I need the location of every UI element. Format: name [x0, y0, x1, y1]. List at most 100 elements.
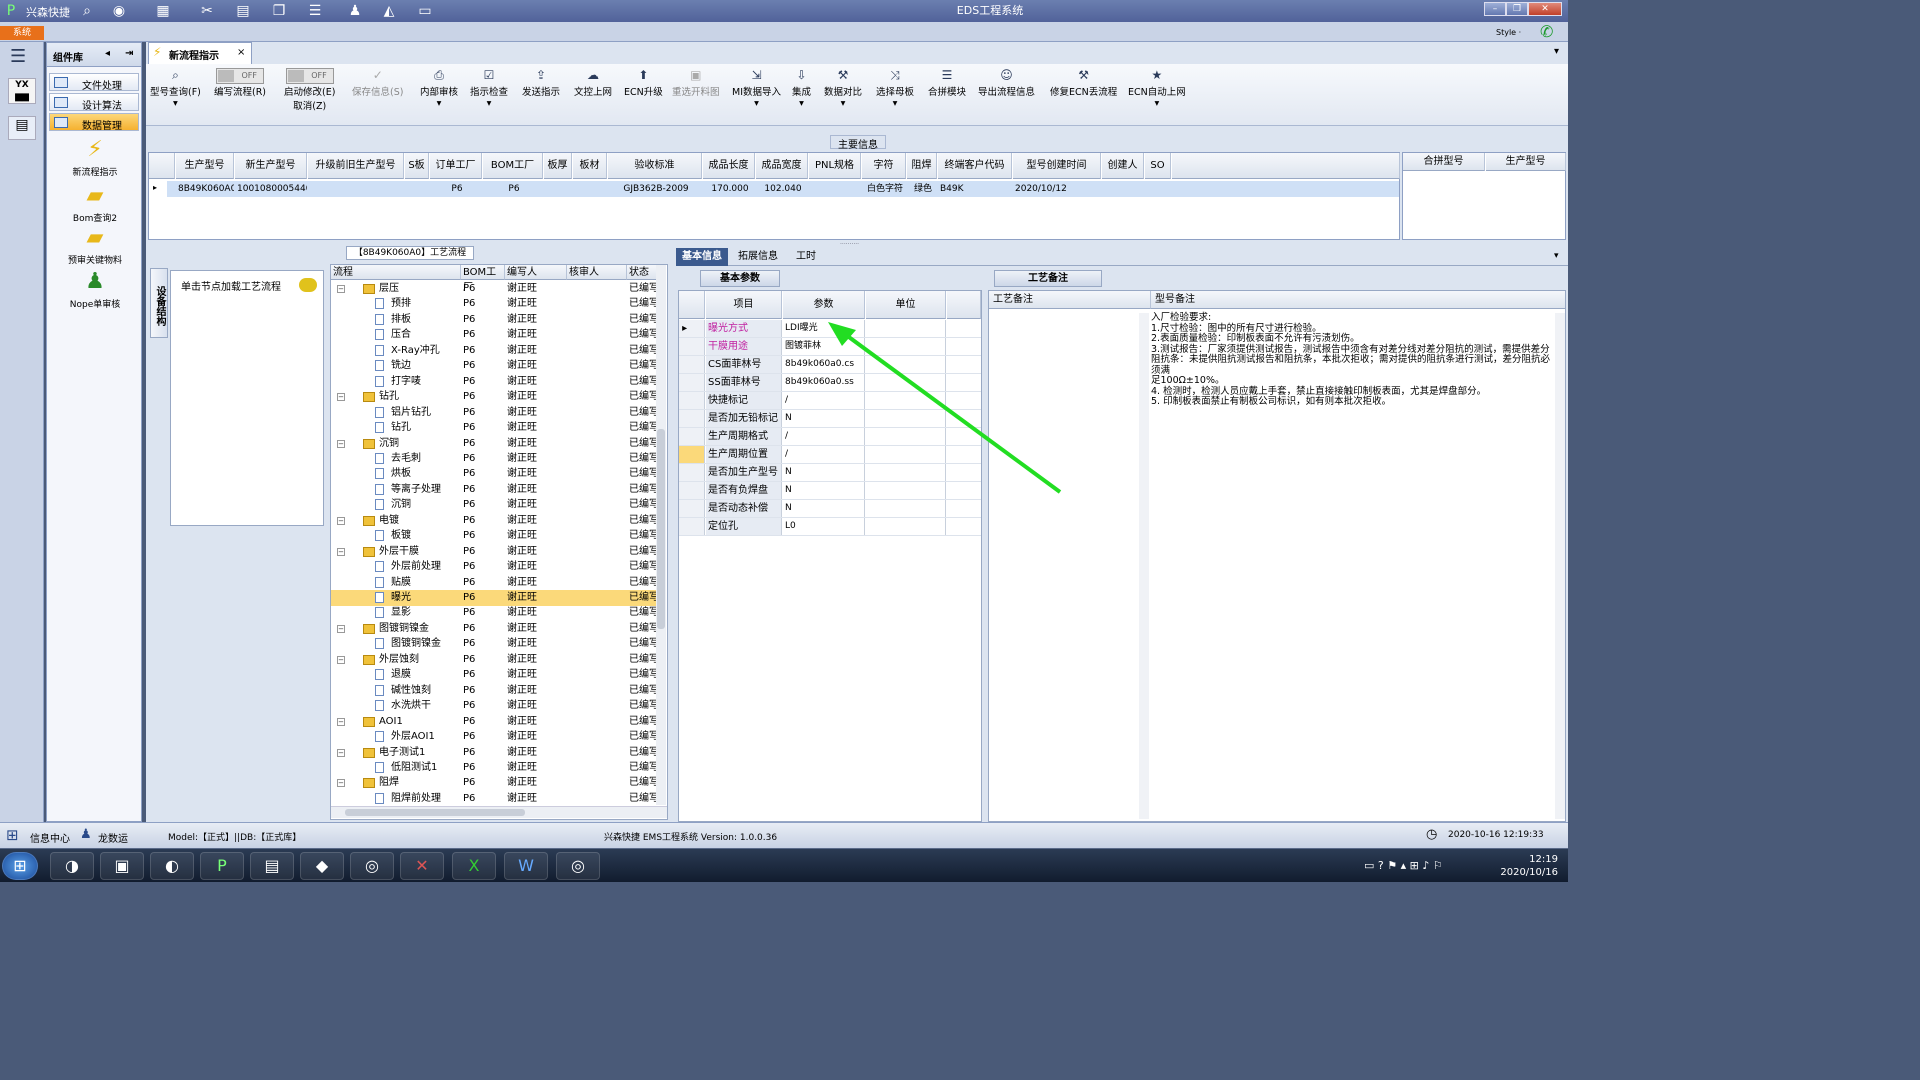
start-button[interactable]: ⊞	[2, 852, 38, 880]
col-header[interactable]: 型号创建时间	[1013, 153, 1101, 179]
table-cell[interactable]: 102.040	[756, 181, 808, 197]
yx-logo-icon[interactable]: YX ▆▆	[8, 78, 36, 104]
ecn-upgrade-button[interactable]: ⬆ ECN升级	[624, 68, 663, 124]
table-cell[interactable]: 绿色	[907, 181, 937, 197]
param-value[interactable]: N	[783, 482, 865, 499]
reselect-cutting-button[interactable]: ▣ 重选开料图	[672, 68, 720, 124]
tray-icons[interactable]: ▭ ? ⚑ ▴ ⊞ ♪ ⚐	[1364, 859, 1443, 872]
param-unit[interactable]	[866, 338, 946, 355]
param-row[interactable]: 生产周期位置 /	[679, 446, 981, 464]
col-header[interactable]: BOM工厂	[483, 153, 543, 179]
collapse-icon[interactable]: −	[337, 717, 345, 726]
ecn-auto-online-button[interactable]: ★ ECN自动上网 ▾	[1128, 68, 1186, 124]
col-header[interactable]: 编写人	[505, 265, 567, 280]
collapse-icon[interactable]: −	[337, 779, 345, 788]
col-header[interactable]: 参数	[783, 291, 865, 319]
collapse-icon[interactable]: −	[337, 439, 345, 448]
tree-row[interactable]: X-Ray冲孔 P6 谢正旺 已编写	[331, 343, 659, 359]
col-header[interactable]: 字符	[862, 153, 906, 179]
list-icon[interactable]: ☰	[306, 2, 324, 20]
chart-icon[interactable]: ◭	[380, 2, 398, 20]
taskbar-shell-icon[interactable]: ◑	[50, 852, 94, 880]
param-unit[interactable]	[866, 356, 946, 373]
param-value[interactable]: /	[783, 392, 865, 409]
grid-icon[interactable]: ▦	[154, 2, 172, 20]
param-unit[interactable]	[866, 500, 946, 517]
tab-basic-info[interactable]: 基本信息	[676, 248, 728, 266]
param-row[interactable]: 是否动态补偿 N	[679, 500, 981, 518]
collapse-icon[interactable]: −	[337, 655, 345, 664]
write-flow-toggle[interactable]: OFF 编写流程(R)	[214, 68, 266, 124]
chevron-down-icon[interactable]: ▾	[1554, 46, 1559, 57]
search-icon[interactable]: ⌕	[78, 2, 96, 20]
param-unit[interactable]	[866, 464, 946, 481]
doc-control-online-button[interactable]: ☁ 文控上网	[574, 68, 612, 124]
taskbar-cross-icon[interactable]: ✕	[400, 852, 444, 880]
table-cell[interactable]: 白色字符	[862, 181, 906, 197]
tab-new-flow[interactable]: ⚡ 新流程指示 ×	[148, 42, 252, 64]
tree-row[interactable]: − 阻焊 P6 谢正旺 已编写	[331, 775, 659, 791]
col-header[interactable]: 合拼型号	[1403, 153, 1485, 171]
taskbar-word-icon[interactable]: W	[504, 852, 548, 880]
col-header[interactable]: 板材	[573, 153, 607, 179]
param-row[interactable]: SS面菲林号 8b49k060a0.ss	[679, 374, 981, 392]
repair-ecn-button[interactable]: ⚒ 修复ECN丢流程	[1050, 68, 1117, 124]
param-unit[interactable]	[866, 446, 946, 463]
col-header[interactable]: 创建人	[1102, 153, 1144, 179]
internal-review-button[interactable]: ⎙ 内部审核 ▾	[420, 68, 458, 124]
tree-row[interactable]: 水洗烘干 P6 谢正旺 已编写	[331, 698, 659, 714]
taskbar-red-app-icon[interactable]: ◐	[150, 852, 194, 880]
taskbar-clock[interactable]: 12:19 2020/10/16	[1500, 853, 1558, 879]
chevron-down-icon[interactable]: ▾	[1554, 251, 1559, 261]
tree-row[interactable]: 贴膜 P6 谢正旺 已编写	[331, 575, 659, 591]
param-row[interactable]: 是否加无铅标记 N	[679, 410, 981, 428]
col-header[interactable]: 流程	[331, 265, 461, 280]
export-flow-button[interactable]: ☺ 导出流程信息	[978, 68, 1035, 124]
tree-row[interactable]: 排板 P6 谢正旺 已编写	[331, 312, 659, 328]
table-cell[interactable]: 170.000	[703, 181, 755, 197]
flow-horizontal-scrollbar[interactable]	[331, 806, 667, 818]
pin-icon[interactable]: ⇥	[125, 48, 133, 59]
tree-row[interactable]: 显影 P6 谢正旺 已编写	[331, 605, 659, 621]
scrollbar-thumb[interactable]	[657, 429, 665, 629]
tree-row[interactable]: 退膜 P6 谢正旺 已编写	[331, 667, 659, 683]
col-header[interactable]: SO	[1145, 153, 1171, 179]
param-unit[interactable]	[866, 482, 946, 499]
table-cell[interactable]: GJB362B-2009	[608, 181, 702, 197]
collapse-icon[interactable]: −	[337, 624, 345, 633]
merge-module-button[interactable]: ☰ 合拼模块	[928, 68, 966, 124]
table-cell[interactable]: 2020/10/12	[1013, 181, 1101, 197]
tree-row[interactable]: − AOI1 P6 谢正旺 已编写	[331, 714, 659, 730]
tree-row[interactable]: − 外层蚀刻 P6 谢正旺 已编写	[331, 652, 659, 668]
col-header[interactable]: 生产型号	[1486, 153, 1566, 171]
col-header[interactable]: 板厚	[544, 153, 572, 179]
tree-row[interactable]: 等离子处理 P6 谢正旺 已编写	[331, 482, 659, 498]
scrollbar-thumb[interactable]	[345, 809, 525, 816]
film-icon[interactable]: ▤	[234, 2, 252, 20]
col-header[interactable]: 项目	[706, 291, 782, 319]
tree-row[interactable]: 烘板 P6 谢正旺 已编写	[331, 466, 659, 482]
table-cell[interactable]: 10010800054405	[235, 181, 307, 197]
copy-icon[interactable]: ❐	[270, 2, 288, 20]
save-info-button[interactable]: ✓ 保存信息(S)	[352, 68, 403, 124]
param-row[interactable]: 定位孔 L0	[679, 518, 981, 536]
tree-row[interactable]: − 层压 P6 谢正旺 已编写	[331, 281, 659, 297]
tree-row[interactable]: 低阻测试1 P6 谢正旺 已编写	[331, 760, 659, 776]
phone-icon[interactable]: ✆	[1540, 22, 1553, 41]
collapse-icon[interactable]: −	[337, 285, 345, 293]
tool-new-flow[interactable]: ⚡ 新流程指示	[51, 135, 139, 187]
param-value[interactable]: /	[783, 446, 865, 463]
collapse-icon[interactable]: −	[337, 748, 345, 757]
select-master-button[interactable]: ⤨ 选择母板 ▾	[876, 68, 914, 124]
tree-row[interactable]: − 钻孔 P6 谢正旺 已编写	[331, 389, 659, 405]
tree-row[interactable]: 图镀铜镍金 P6 谢正旺 已编写	[331, 636, 659, 652]
taskbar-eds-icon[interactable]: P	[200, 852, 244, 880]
param-value[interactable]: N	[783, 500, 865, 517]
param-row[interactable]: 是否有负焊盘 N	[679, 482, 981, 500]
close-button[interactable]: ✕	[1528, 2, 1562, 16]
tree-row[interactable]: − 沉铜 P6 谢正旺 已编写	[331, 436, 659, 452]
param-row[interactable]: ▸ 曝光方式 LDI曝光	[679, 320, 981, 338]
table-cell[interactable]: P6	[430, 181, 482, 197]
menu-icon[interactable]: ☰	[10, 46, 26, 67]
scissors-icon[interactable]: ✂	[198, 2, 216, 20]
